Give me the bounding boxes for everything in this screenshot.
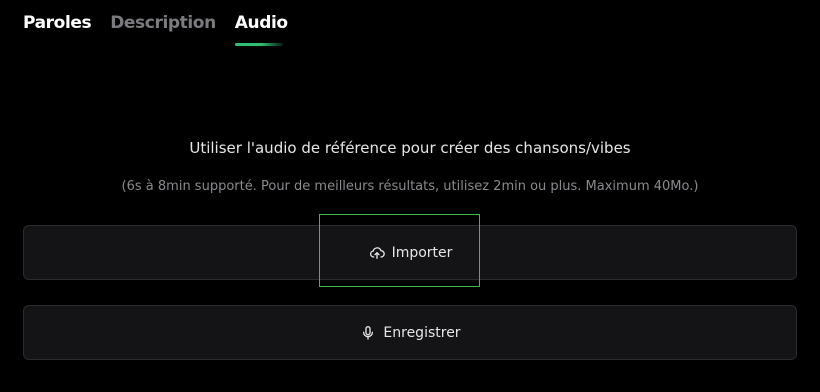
active-tab-indicator xyxy=(234,43,283,46)
import-button[interactable]: Importer xyxy=(23,225,797,280)
tab-bar: Paroles Description Audio xyxy=(23,11,288,46)
tab-audio-label: Audio xyxy=(234,13,288,33)
record-button-label: Enregistrer xyxy=(383,324,461,341)
microphone-icon xyxy=(359,324,377,342)
audio-reference-hint: (6s à 8min supporté. Pour de meilleurs r… xyxy=(121,179,699,194)
record-button[interactable]: Enregistrer xyxy=(23,305,797,360)
tab-description[interactable]: Description xyxy=(110,11,216,35)
tab-lyrics[interactable]: Paroles xyxy=(23,11,92,35)
audio-reference-title: Utiliser l'audio de référence pour créer… xyxy=(189,139,631,157)
cloud-upload-icon xyxy=(368,244,386,262)
import-button-label: Importer xyxy=(391,244,453,261)
tab-audio[interactable]: Audio xyxy=(234,11,288,46)
